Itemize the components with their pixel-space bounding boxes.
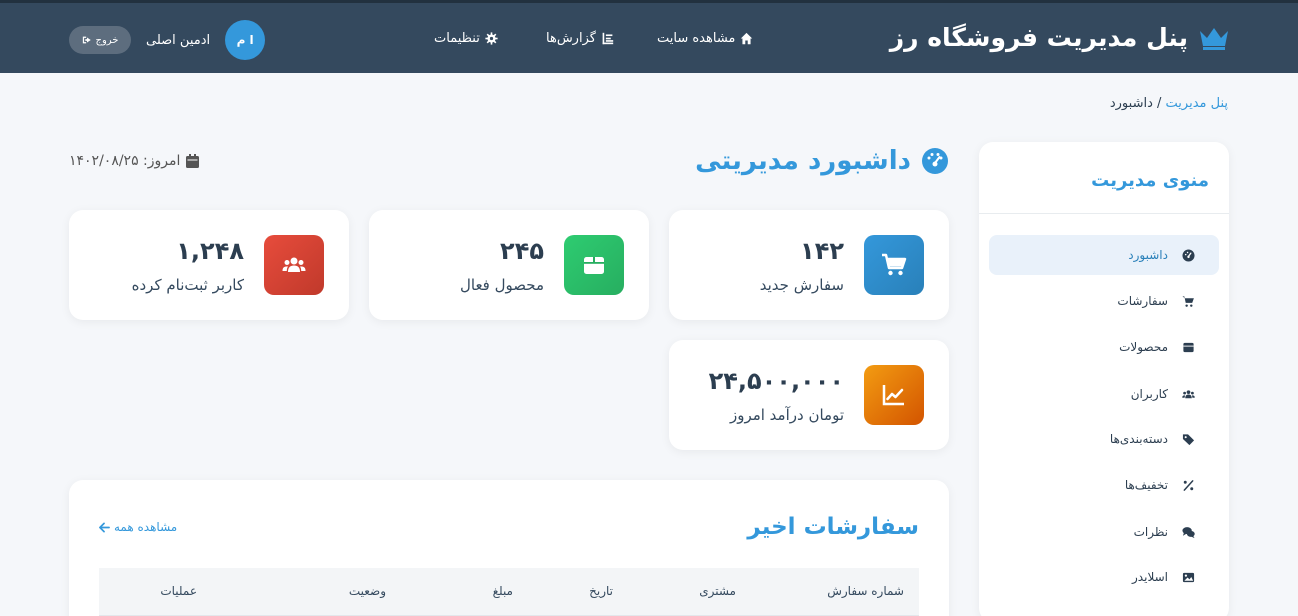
- sidebar-item-slider[interactable]: اسلایدر: [989, 557, 1219, 597]
- percent-icon: [1183, 479, 1194, 491]
- view-all-link[interactable]: مشاهده همه: [99, 520, 177, 534]
- stat-label: تومان درآمد امروز: [729, 406, 844, 424]
- stat-icon-box: [864, 235, 924, 295]
- nav-view-site-label: مشاهده سایت: [657, 31, 736, 46]
- stat-value: ۱۴۲: [800, 237, 844, 265]
- nav-settings[interactable]: تنظیمات: [434, 31, 498, 46]
- sidebar-item-label: تخفیف‌ها: [1124, 478, 1168, 492]
- users-icon: [282, 257, 306, 272]
- orders-table-header: شماره سفارش مشتری تاریخ مبلغ وضعیت عملیا…: [99, 568, 919, 616]
- view-all-label: مشاهده همه: [114, 520, 178, 534]
- comments-icon: [1182, 526, 1195, 538]
- nav-settings-label: تنظیمات: [434, 31, 480, 46]
- brand-title: پنل مدیریت فروشگاه رز: [889, 23, 1188, 52]
- breadcrumb-current: داشبورد: [1109, 96, 1153, 111]
- sidebar-item-label: سفارشات: [1117, 294, 1168, 308]
- column-header-order-number[interactable]: شماره سفارش: [827, 584, 904, 598]
- column-header-customer[interactable]: مشتری: [699, 584, 736, 598]
- recent-orders-panel: سفارشات اخیر مشاهده همه شماره سفارش مشتر…: [69, 480, 949, 616]
- sidebar-item-label: داشبورد: [1128, 248, 1168, 262]
- sidebar-item-orders[interactable]: سفارشات: [989, 281, 1219, 321]
- gauge-icon: [1182, 248, 1195, 262]
- logout-button[interactable]: خروج: [69, 26, 131, 54]
- stat-icon-box: [864, 365, 924, 425]
- nav-reports[interactable]: گزارش‌ها: [546, 31, 614, 46]
- stat-value: ۲۴,۵۰۰,۰۰۰: [708, 367, 844, 395]
- gauge-icon: [922, 148, 948, 174]
- stat-card-registered-users[interactable]: ۱,۲۴۸ کاربر ثبت‌نام کرده: [69, 210, 349, 320]
- home-icon: [741, 32, 753, 45]
- stat-card-new-orders[interactable]: ۱۴۲ سفارش جدید: [669, 210, 949, 320]
- arrow-left-icon: [99, 522, 110, 532]
- crown-icon: [1200, 27, 1228, 50]
- sidebar-title: منوی مدیریت: [979, 142, 1229, 214]
- stat-label: کاربر ثبت‌نام کرده: [131, 276, 244, 294]
- image-icon: [1182, 572, 1195, 582]
- chart-line-icon: [882, 385, 904, 406]
- page-title: داشبورد مدیریتی: [695, 146, 911, 176]
- sidebar-item-label: محصولات: [1119, 340, 1168, 354]
- stat-icon-box: [264, 235, 324, 295]
- nav-view-site[interactable]: مشاهده سایت: [657, 31, 753, 46]
- column-header-amount[interactable]: مبلغ: [493, 584, 513, 598]
- stat-value: ۱,۲۴۸: [176, 237, 244, 265]
- sidebar-item-label: اسلایدر: [1132, 570, 1168, 584]
- cart-icon: [1182, 295, 1194, 307]
- today-date: امروز: ۱۴۰۲/۰۸/۲۵: [69, 153, 200, 169]
- sign-out-icon: [82, 36, 91, 44]
- sidebar-item-discounts[interactable]: تخفیف‌ها: [989, 465, 1219, 505]
- avatar[interactable]: ا م: [225, 20, 266, 60]
- sidebar-item-comments[interactable]: نظرات: [989, 512, 1219, 552]
- stat-card-today-revenue[interactable]: ۲۴,۵۰۰,۰۰۰ تومان درآمد امروز: [669, 340, 949, 450]
- report-icon: [602, 32, 614, 45]
- today-label: امروز: ۱۴۰۲/۰۸/۲۵: [69, 153, 181, 169]
- page-title-row: داشبورد مدیریتی: [695, 146, 949, 176]
- stat-value: ۲۴۵: [500, 237, 544, 265]
- stat-card-active-products[interactable]: ۲۴۵ محصول فعال: [369, 210, 649, 320]
- logout-label: خروج: [95, 34, 119, 46]
- sidebar-item-label: دسته‌بندی‌ها: [1109, 432, 1168, 446]
- user-area: خروج ادمین اصلی ا م: [69, 20, 266, 60]
- top-navbar: پنل مدیریت فروشگاه رز مشاهده سایت گزارش‌…: [0, 0, 1298, 73]
- breadcrumb-separator: /: [1152, 96, 1166, 111]
- sidebar-item-label: کاربران: [1130, 387, 1168, 401]
- brand[interactable]: پنل مدیریت فروشگاه رز: [890, 23, 1230, 52]
- box-icon: [584, 257, 604, 274]
- box-icon: [1183, 342, 1194, 352]
- column-header-actions[interactable]: عملیات: [160, 584, 197, 598]
- cart-icon: [882, 253, 907, 276]
- breadcrumb: پنل مدیریت / داشبورد: [1110, 96, 1228, 111]
- column-header-date[interactable]: تاریخ: [589, 584, 613, 598]
- user-name: ادمین اصلی: [146, 32, 211, 48]
- sidebar-item-label: نظرات: [1133, 525, 1168, 539]
- recent-orders-title: سفارشات اخیر: [747, 514, 919, 540]
- nav-reports-label: گزارش‌ها: [546, 31, 596, 46]
- sidebar-item-users[interactable]: کاربران: [989, 374, 1219, 414]
- breadcrumb-home[interactable]: پنل مدیریت: [1166, 96, 1228, 111]
- sidebar-item-categories[interactable]: دسته‌بندی‌ها: [989, 419, 1219, 459]
- stat-icon-box: [564, 235, 624, 295]
- stat-label: سفارش جدید: [759, 276, 844, 294]
- gear-icon: [485, 32, 498, 45]
- column-header-status[interactable]: وضعیت: [349, 584, 386, 598]
- calendar-icon: [186, 154, 200, 168]
- sidebar-item-dashboard[interactable]: داشبورد: [989, 235, 1219, 275]
- sidebar-menu: منوی مدیریت داشبورد سفارشات محصولات کارب…: [979, 142, 1229, 616]
- stat-label: محصول فعال: [459, 276, 544, 294]
- sidebar-item-products[interactable]: محصولات: [989, 327, 1219, 367]
- users-icon: [1182, 389, 1195, 398]
- tag-icon: [1182, 433, 1195, 445]
